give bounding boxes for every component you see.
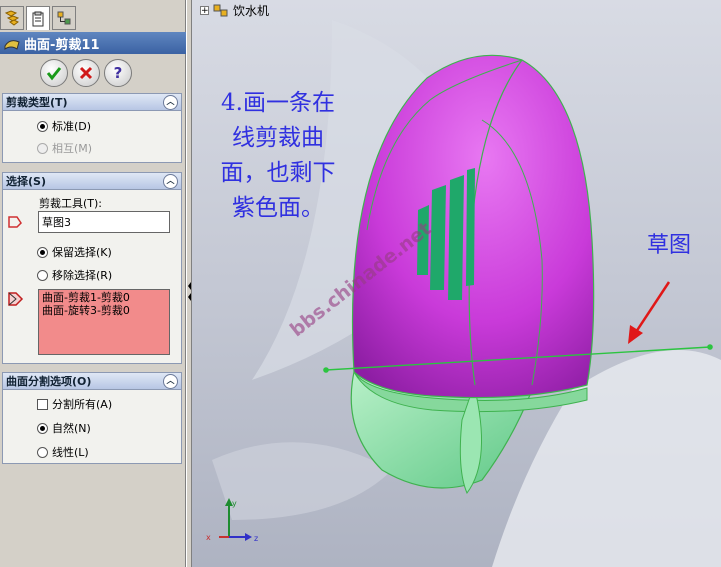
surface-split-header[interactable]: 曲面分割选项(O) ︿ [3, 373, 181, 390]
sketch-selector-icon [8, 216, 22, 228]
radio-disabled-icon [37, 142, 48, 154]
y-axis-letter: y [232, 499, 237, 508]
collapse-icon[interactable]: ︿ [163, 373, 178, 389]
instruction-note: 4.画一条在 线剪裁曲 面，也剩下 紫色面。 [220, 90, 336, 221]
configuration-manager-tab-icon [57, 11, 71, 25]
action-buttons: ? [40, 59, 132, 87]
radio-selected-icon [37, 422, 48, 434]
radio-empty-icon [37, 269, 48, 281]
trim-tool-field[interactable]: 草图3 [38, 211, 170, 233]
feature-title: 曲面-剪裁11 [24, 37, 100, 53]
sketch-callout-label: 草图 [646, 233, 691, 258]
linear-option[interactable]: 线性(L) [37, 444, 89, 460]
natural-option[interactable]: 自然(N) [37, 420, 91, 436]
surface-trim-icon [4, 40, 20, 50]
sketch-endpoint[interactable] [707, 344, 713, 350]
collapse-icon[interactable]: ︿ [163, 173, 178, 189]
trim-type-group: 剪裁类型(T) ︿ 标准(D) 相互(M) [2, 93, 182, 163]
radio-empty-icon [37, 446, 48, 458]
list-item[interactable]: 曲面-旋转3-剪裁0 [42, 304, 166, 317]
check-icon [46, 67, 62, 81]
trim-mutual-option: 相互(M) [37, 140, 92, 156]
close-icon [79, 66, 93, 80]
selection-header[interactable]: 选择(S) ︿ [3, 173, 181, 190]
property-manager-tab-icon [32, 11, 44, 26]
selection-group: 选择(S) ︿ 剪裁工具(T): 草图3 保留选择(K) 移除选择(R) 曲面-… [2, 172, 182, 364]
checkbox-icon [37, 398, 48, 410]
list-item[interactable]: 曲面-剪裁1-剪裁0 [42, 291, 166, 304]
expand-icon[interactable]: + [200, 6, 209, 16]
kept-surfaces-list[interactable]: 曲面-剪裁1-剪裁0 曲面-旋转3-剪裁0 [38, 289, 170, 355]
help-icon: ? [113, 64, 123, 82]
cancel-button[interactable] [72, 59, 100, 87]
ok-button[interactable] [40, 59, 68, 87]
trim-type-header[interactable]: 剪裁类型(T) ︿ [3, 94, 181, 111]
remove-selection-option[interactable]: 移除选择(R) [37, 267, 112, 283]
graphics-viewport[interactable]: x y z + 饮水机 4.画一条在 线剪裁曲 面，也剩下 紫色面。 草图 bb… [192, 0, 721, 567]
property-manager-tab[interactable] [26, 6, 50, 30]
sketch-endpoint[interactable] [323, 367, 329, 373]
property-manager-panel: 曲面-剪裁11 ? 剪裁类型(T) ︿ 标准(D) 相互(M) 选择(S) ︿ … [0, 0, 186, 567]
z-axis-letter: z [254, 534, 258, 543]
collapse-icon[interactable]: ︿ [163, 94, 178, 110]
panel-tabs [0, 6, 186, 30]
surface-split-group: 曲面分割选项(O) ︿ 分割所有(A) 自然(N) 线性(L) [2, 372, 182, 464]
x-axis-letter: x [206, 533, 211, 542]
feature-title-bar: 曲面-剪裁11 [0, 32, 186, 54]
configuration-manager-tab[interactable] [52, 6, 76, 30]
radio-selected-icon [37, 246, 48, 258]
help-button[interactable]: ? [104, 59, 132, 87]
feature-tree-root[interactable]: + 饮水机 [200, 2, 269, 19]
radio-selected-icon [37, 120, 48, 132]
face-selector-icon [8, 292, 24, 306]
assembly-icon [213, 4, 228, 16]
tree-root-label: 饮水机 [233, 4, 270, 18]
feature-manager-tab[interactable] [0, 6, 24, 30]
trim-standard-option[interactable]: 标准(D) [37, 118, 91, 134]
split-all-checkbox[interactable]: 分割所有(A) [37, 396, 112, 412]
trim-tool-label: 剪裁工具(T): [39, 197, 103, 210]
feature-manager-tab-icon [4, 10, 20, 26]
keep-selection-option[interactable]: 保留选择(K) [37, 244, 112, 260]
